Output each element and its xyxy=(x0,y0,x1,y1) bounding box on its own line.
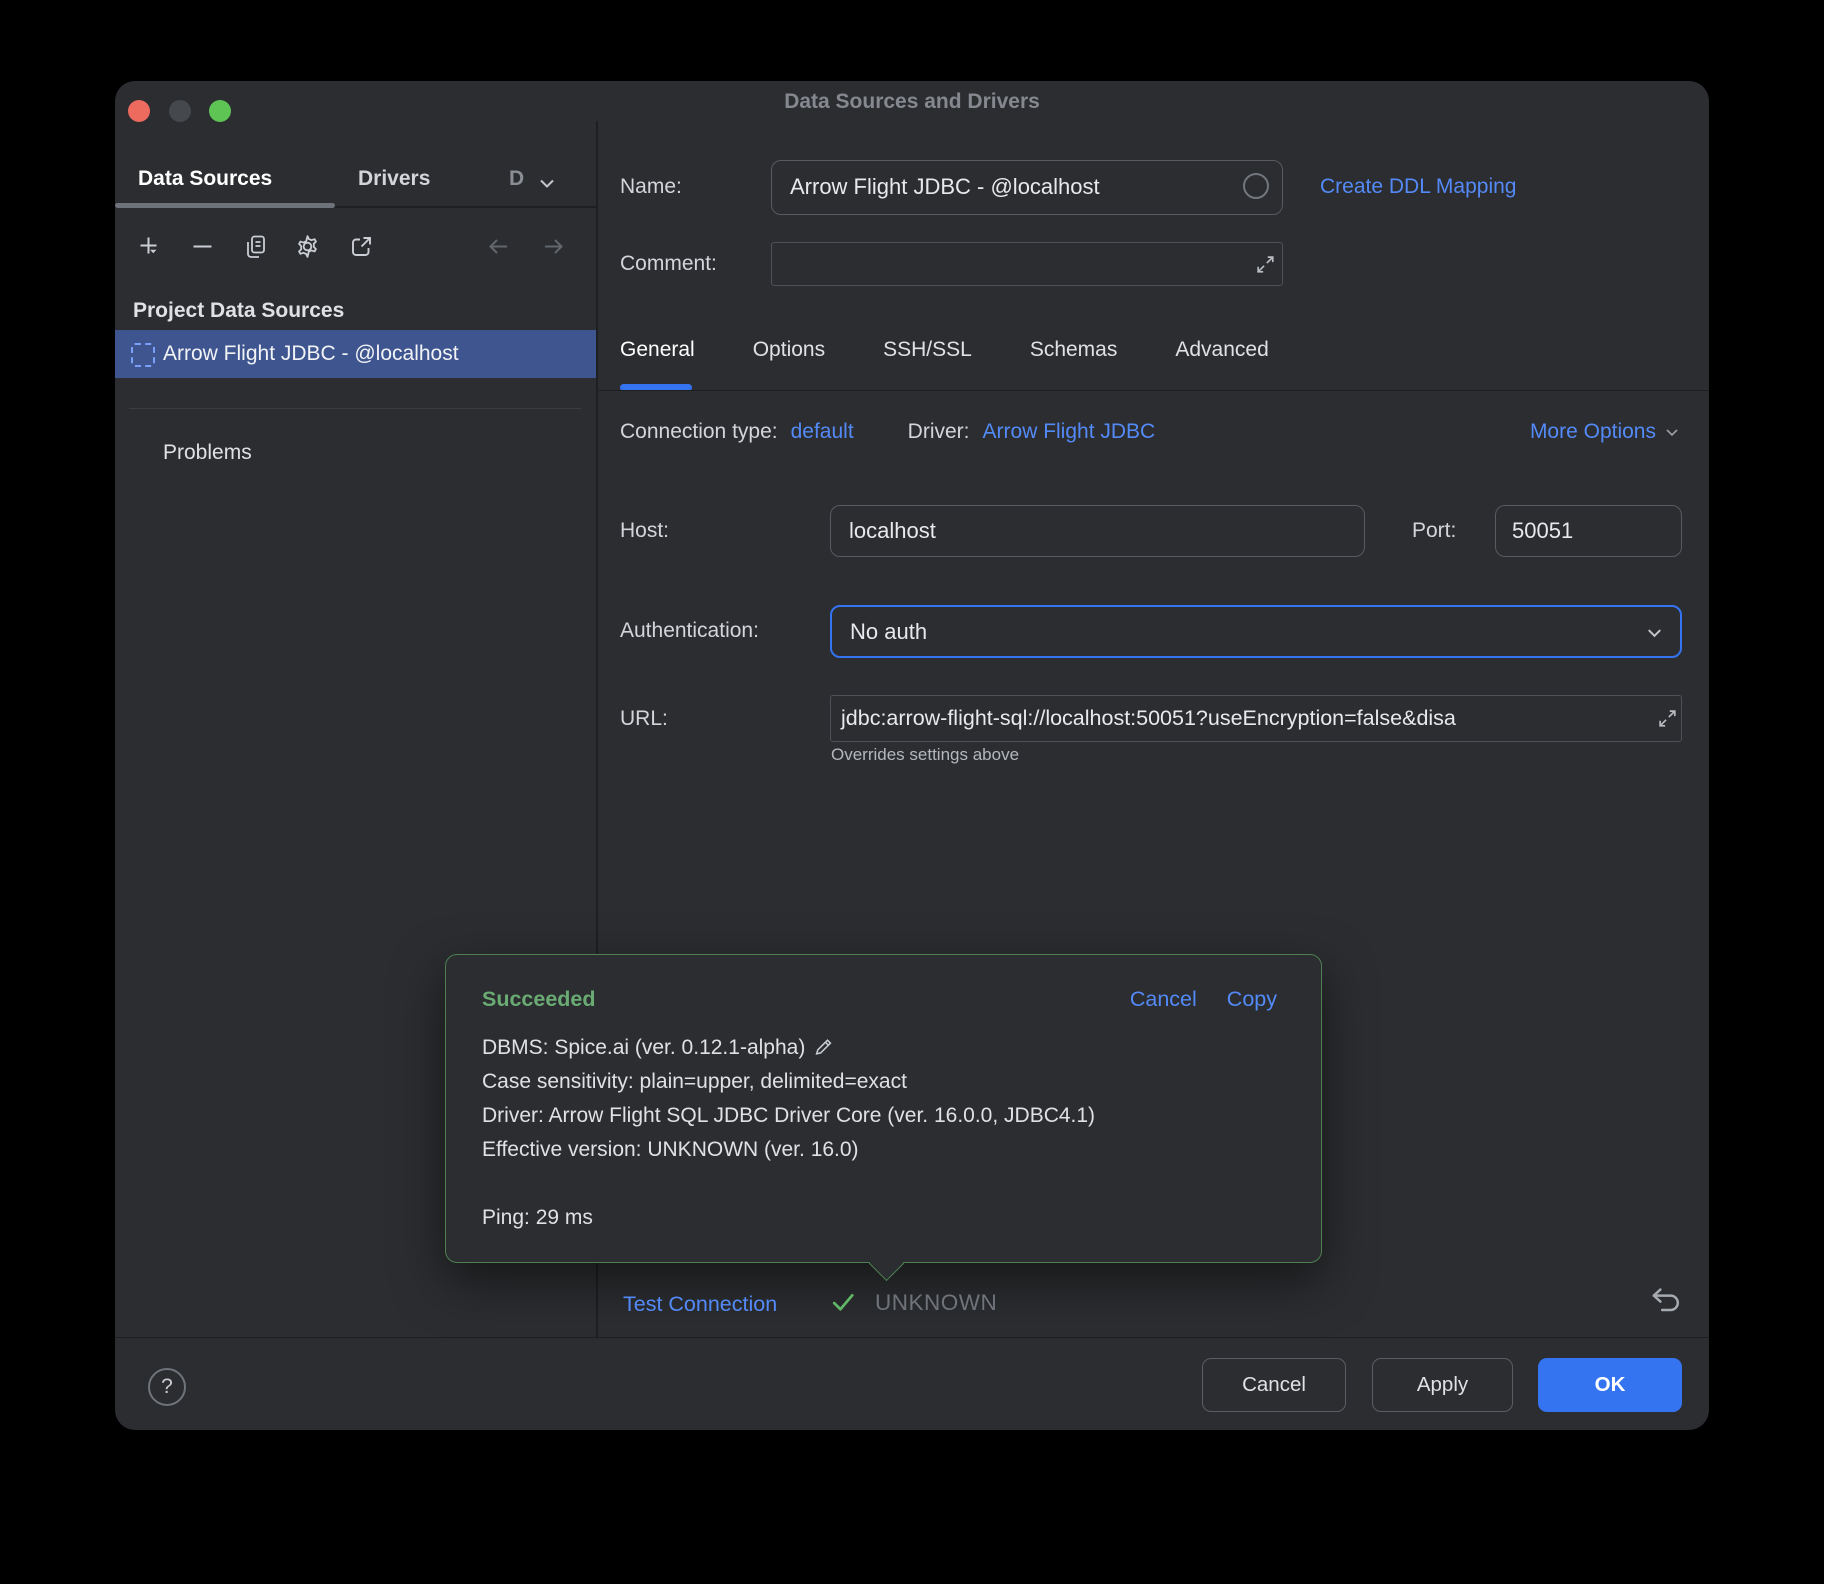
expand-icon[interactable] xyxy=(1254,253,1276,275)
popup-details: DBMS: Spice.ai (ver. 0.12.1-alpha) Case … xyxy=(482,1031,1095,1167)
dialog-title: Data Sources and Drivers xyxy=(115,90,1709,114)
section-project-data-sources: Project Data Sources xyxy=(133,299,344,323)
desktop: { "window": { "title": "Data Sources and… xyxy=(0,0,1824,1584)
driver-label: Driver: xyxy=(908,420,970,444)
connection-type-label: Connection type: xyxy=(620,420,778,444)
name-value: Arrow Flight JDBC - @localhost xyxy=(772,161,1282,213)
settings-tabs: General Options SSH/SSL Schemas Advanced xyxy=(620,338,1269,362)
help-button[interactable]: ? xyxy=(148,1368,186,1406)
chevron-down-icon xyxy=(1643,621,1666,644)
more-options-label: More Options xyxy=(1530,420,1656,444)
tab-ddl-mappings-truncated[interactable]: D xyxy=(509,167,524,191)
name-input[interactable]: Arrow Flight JDBC - @localhost xyxy=(771,160,1283,215)
sidebar-divider xyxy=(129,408,581,409)
tab-options[interactable]: Options xyxy=(753,338,825,362)
apply-button[interactable]: Apply xyxy=(1372,1358,1513,1412)
tab-general[interactable]: General xyxy=(620,338,695,362)
tab-schemas[interactable]: Schemas xyxy=(1030,338,1118,362)
url-value: jdbc:arrow-flight-sql://localhost:50051?… xyxy=(831,696,1655,740)
pencil-edit-icon[interactable] xyxy=(813,1035,835,1057)
dbms-line: DBMS: Spice.ai (ver. 0.12.1-alpha) xyxy=(482,1031,1095,1065)
chevron-down-icon xyxy=(1662,422,1682,442)
url-hint: Overrides settings above xyxy=(831,745,1019,765)
port-value: 50051 xyxy=(1496,506,1681,555)
add-data-source-button[interactable] xyxy=(136,233,163,260)
ping-line: Ping: 29 ms xyxy=(482,1201,593,1235)
host-label: Host: xyxy=(620,519,669,543)
name-label: Name: xyxy=(620,175,682,199)
tree-item-arrow-flight-jdbc[interactable]: Arrow Flight JDBC - @localhost xyxy=(115,330,596,378)
cancel-button[interactable]: Cancel xyxy=(1202,1358,1346,1412)
tab-ssh-ssl[interactable]: SSH/SSL xyxy=(883,338,972,362)
chevron-down-icon[interactable] xyxy=(535,171,559,195)
gear-icon[interactable] xyxy=(294,233,321,260)
tabs-divider xyxy=(596,390,1709,391)
comment-label: Comment: xyxy=(620,252,717,276)
effective-version-line: Effective version: UNKNOWN (ver. 16.0) xyxy=(482,1133,1095,1167)
back-arrow-icon[interactable] xyxy=(485,233,512,260)
popup-pointer xyxy=(869,1246,904,1281)
connection-type-value-link[interactable]: default xyxy=(791,420,854,444)
authentication-value: No auth xyxy=(832,607,1680,656)
url-label: URL: xyxy=(620,707,668,731)
remove-data-source-button[interactable] xyxy=(189,233,216,260)
footer-divider xyxy=(115,1337,1709,1338)
data-sources-dialog: Data Sources and Drivers Data Sources Dr… xyxy=(115,81,1709,1430)
tree-item-label: Arrow Flight JDBC - @localhost xyxy=(163,330,459,378)
authentication-label: Authentication: xyxy=(620,619,759,643)
duplicate-icon[interactable] xyxy=(242,233,269,260)
port-label: Port: xyxy=(1412,519,1456,543)
popup-links: Cancel Copy xyxy=(1130,987,1277,1012)
status-succeeded: Succeeded xyxy=(482,987,596,1012)
dbms-text: DBMS: Spice.ai (ver. 0.12.1-alpha) xyxy=(482,1036,805,1059)
comment-input[interactable] xyxy=(771,242,1283,286)
test-connection-result-popup: Succeeded Cancel Copy DBMS: Spice.ai (ve… xyxy=(445,954,1322,1263)
data-source-icon xyxy=(131,343,155,367)
port-input[interactable]: 50051 xyxy=(1495,505,1682,557)
case-sensitivity-line: Case sensitivity: plain=upper, delimited… xyxy=(482,1065,1095,1099)
undo-icon[interactable] xyxy=(1649,1283,1685,1319)
authentication-select[interactable]: No auth xyxy=(830,605,1682,658)
driver-line: Driver: Arrow Flight SQL JDBC Driver Cor… xyxy=(482,1099,1095,1133)
expand-icon[interactable] xyxy=(1656,707,1678,729)
tab-advanced[interactable]: Advanced xyxy=(1175,338,1268,362)
connection-status-text: UNKNOWN xyxy=(875,1290,997,1316)
test-connection-link[interactable]: Test Connection xyxy=(623,1292,777,1317)
connection-type-row: Connection type: default Driver: Arrow F… xyxy=(620,420,1155,444)
checkmark-icon xyxy=(829,1288,857,1316)
host-input[interactable]: localhost xyxy=(830,505,1365,557)
question-mark-icon: ? xyxy=(161,1375,173,1398)
more-options-dropdown[interactable]: More Options xyxy=(1530,420,1682,444)
tab-drivers[interactable]: Drivers xyxy=(358,167,430,191)
host-value: localhost xyxy=(831,506,1364,555)
active-tab-indicator xyxy=(115,203,335,208)
sidebar-item-problems[interactable]: Problems xyxy=(163,441,252,465)
tab-data-sources[interactable]: Data Sources xyxy=(138,167,272,191)
popup-copy-link[interactable]: Copy xyxy=(1227,987,1277,1012)
name-sync-indicator-icon xyxy=(1243,173,1269,199)
forward-arrow-icon[interactable] xyxy=(540,233,567,260)
create-ddl-mapping-link[interactable]: Create DDL Mapping xyxy=(1320,175,1517,199)
popup-cancel-link[interactable]: Cancel xyxy=(1130,987,1197,1012)
url-input[interactable]: jdbc:arrow-flight-sql://localhost:50051?… xyxy=(830,695,1682,742)
driver-value-link[interactable]: Arrow Flight JDBC xyxy=(983,420,1156,444)
ok-button[interactable]: OK xyxy=(1538,1358,1682,1412)
open-in-new-window-icon[interactable] xyxy=(348,233,375,260)
